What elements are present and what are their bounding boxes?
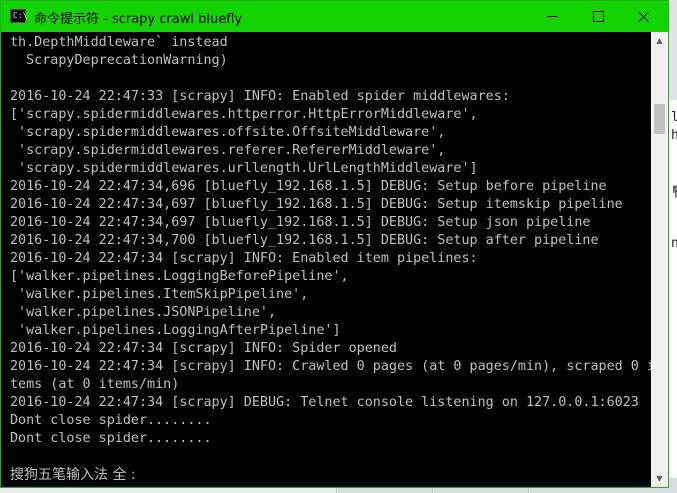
console-window[interactable]: C:\ 命令提示符 - scrapy crawl bluefly th.Dept… xyxy=(0,0,669,488)
console-line: 2016-10-24 22:47:34,697 [bluefly_192.168… xyxy=(10,215,591,230)
console-line: 2016-10-24 22:47:34,697 [bluefly_192.168… xyxy=(10,197,623,212)
console-line: Dont close spider........ xyxy=(10,413,212,428)
background-text: ト xyxy=(671,182,677,201)
maximize-icon xyxy=(592,11,604,22)
desktop: loharトnt C:\ 命令提示符 - scrapy crawl bluefl… xyxy=(0,0,677,493)
console-line: 2016-10-24 22:47:33 [scrapy] INFO: Enabl… xyxy=(10,89,510,104)
cmd-icon[interactable]: C:\ xyxy=(10,9,28,23)
window-title: 命令提示符 - scrapy crawl bluefly xyxy=(34,12,243,27)
console-line: ['scrapy.spidermiddlewares.httperror.Htt… xyxy=(10,107,478,122)
console-line: 'walker.pipelines.ItemSkipPipeline', xyxy=(10,287,309,302)
console-line: 'scrapy.spidermiddlewares.offsite.Offsit… xyxy=(10,125,446,140)
console-line: 'walker.pipelines.LoggingAfterPipeline'] xyxy=(10,323,341,338)
close-button[interactable] xyxy=(621,1,667,32)
cmd-icon-prompt: C:\ xyxy=(13,11,28,20)
background-text: nt xyxy=(671,236,677,251)
console-line: 2016-10-24 22:47:34,696 [bluefly_192.168… xyxy=(10,179,607,194)
title-bar[interactable]: C:\ 命令提示符 - scrapy crawl bluefly xyxy=(1,1,668,32)
background-text: lo xyxy=(671,110,677,125)
scroll-up-arrow-icon[interactable]: ▲ xyxy=(651,32,668,49)
console-line: tems (at 0 items/min) xyxy=(10,377,180,392)
background-text: ha xyxy=(671,128,677,143)
ime-status: 搜狗五笔输入法 全 : xyxy=(10,467,136,483)
minimize-button[interactable] xyxy=(529,1,575,32)
console-line: 'walker.pipelines.JSONPipeline', xyxy=(10,305,277,320)
console-output[interactable]: th.DepthMiddleware` instead ScrapyDeprec… xyxy=(1,32,651,487)
console-line: 2016-10-24 22:47:34 [scrapy] INFO: Crawl… xyxy=(10,359,651,374)
console-line: 'scrapy.spidermiddlewares.urllength.UrlL… xyxy=(10,161,478,176)
console-line: Dont close spider........ xyxy=(10,431,212,446)
console-line: ScrapyDeprecationWarning) xyxy=(10,53,228,68)
console-line: 2016-10-24 22:47:34 [scrapy] INFO: Enabl… xyxy=(10,251,478,266)
console-line: 2016-10-24 22:47:34 [scrapy] DEBUG: Teln… xyxy=(10,395,639,410)
close-icon xyxy=(638,11,650,23)
console-line: 2016-10-24 22:47:34,700 [bluefly_192.168… xyxy=(10,233,599,248)
console-line: ['walker.pipelines.LoggingBeforePipeline… xyxy=(10,269,349,284)
console-line: 2016-10-24 22:47:34 [scrapy] INFO: Spide… xyxy=(10,341,397,356)
scrollbar-thumb[interactable] xyxy=(654,104,665,134)
console-line: 'scrapy.spidermiddlewares.referer.Refere… xyxy=(10,143,446,158)
maximize-button[interactable] xyxy=(575,1,621,32)
console-line: th.DepthMiddleware` instead xyxy=(10,35,228,50)
vertical-scrollbar[interactable]: ▲ ▼ xyxy=(651,32,668,487)
minimize-icon xyxy=(546,16,558,17)
scroll-down-arrow-icon[interactable]: ▼ xyxy=(651,470,668,487)
